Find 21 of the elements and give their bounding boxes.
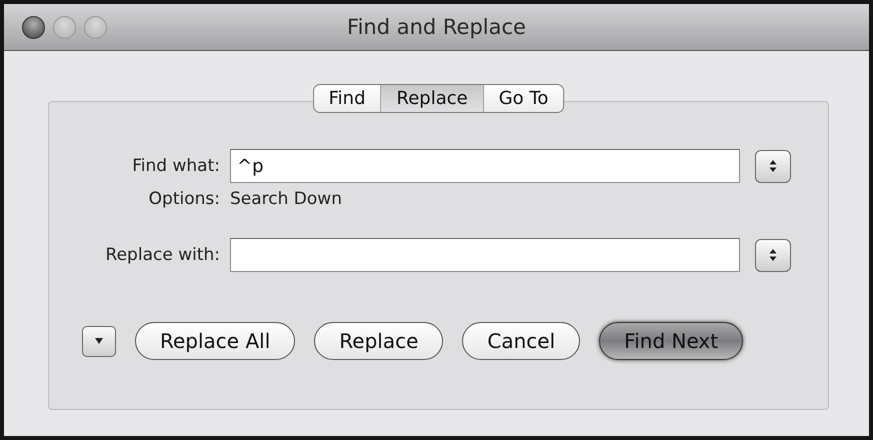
disclosure-button[interactable] bbox=[82, 326, 116, 356]
push-button[interactable]: Replace bbox=[314, 322, 444, 360]
field-label: Find what: bbox=[131, 156, 221, 176]
push-button[interactable]: Find Next bbox=[599, 322, 744, 360]
up-down-arrows-icon bbox=[768, 159, 778, 173]
tab[interactable]: Go To bbox=[484, 85, 564, 112]
close-button[interactable] bbox=[22, 16, 45, 39]
options-value: Search Down bbox=[230, 189, 342, 209]
find-field[interactable]: ^p bbox=[230, 149, 740, 183]
options-label: Options: bbox=[148, 189, 221, 209]
push-button[interactable]: Replace All bbox=[135, 322, 296, 360]
push-button[interactable]: Cancel bbox=[462, 322, 580, 360]
replace-field[interactable] bbox=[230, 238, 740, 272]
stepper-button[interactable] bbox=[755, 238, 791, 272]
field-label: Replace with: bbox=[104, 245, 221, 265]
triangle-icon bbox=[94, 337, 104, 345]
tab[interactable]: Replace bbox=[382, 85, 484, 112]
tab[interactable]: Find bbox=[314, 85, 382, 112]
window-title: Find and Replace bbox=[347, 15, 526, 39]
up-down-arrows-icon bbox=[768, 248, 778, 262]
stepper-button[interactable] bbox=[755, 150, 791, 182]
